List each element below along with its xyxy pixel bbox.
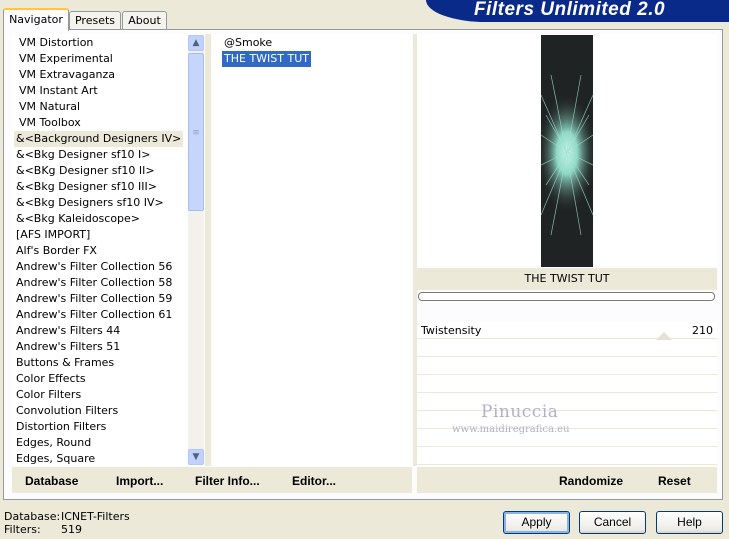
param-value: 210 bbox=[692, 324, 713, 337]
reset-button[interactable]: Reset bbox=[658, 474, 691, 488]
filter-list-item[interactable]: VM Instant Art bbox=[17, 83, 100, 99]
param-row-empty bbox=[417, 376, 717, 393]
tab-about[interactable]: About bbox=[122, 11, 167, 29]
filter-list-item[interactable]: &<Bkg Designer sf10 III> bbox=[14, 179, 159, 195]
filter-list-item[interactable]: &<BKg Designer sf10 II> bbox=[14, 163, 157, 179]
parameters-panel: Twistensity 210 bbox=[417, 322, 717, 467]
filter-info-button[interactable]: Filter Info... bbox=[195, 474, 260, 488]
slider-marker-icon[interactable] bbox=[656, 332, 672, 340]
app-title: Filters Unlimited 2.0 bbox=[474, 0, 666, 20]
scroll-down-button[interactable]: ▼ bbox=[188, 449, 204, 465]
filter-list-item[interactable]: Buttons & Frames bbox=[14, 355, 116, 371]
effect-list-item[interactable]: THE TWIST TUT bbox=[222, 51, 311, 67]
filter-list-item[interactable]: &<Bkg Kaleidoscope> bbox=[14, 211, 142, 227]
filter-list-scrollbar[interactable]: ▲ ≡ ▼ bbox=[188, 35, 204, 465]
tab-navigator[interactable]: Navigator bbox=[3, 8, 69, 31]
filter-list-item[interactable]: Color Filters bbox=[14, 387, 83, 403]
database-button[interactable]: Database bbox=[25, 474, 78, 488]
scroll-thumb[interactable]: ≡ bbox=[188, 53, 204, 211]
preview-image bbox=[541, 35, 593, 267]
filters-count-label: Filters: bbox=[4, 523, 41, 536]
filter-list-item[interactable]: &<Bkg Designers sf10 IV> bbox=[14, 195, 166, 211]
param-row-twistensity[interactable]: Twistensity 210 bbox=[417, 322, 717, 339]
filter-list-item[interactable]: Andrew's Filters 44 bbox=[14, 323, 122, 339]
effect-list-item[interactable]: @Smoke bbox=[222, 35, 274, 51]
filter-list-item[interactable]: Andrew's Filter Collection 58 bbox=[14, 275, 174, 291]
filter-list-item[interactable]: Alf's Border FX bbox=[14, 243, 99, 259]
filter-list-item[interactable]: Color Effects bbox=[14, 371, 88, 387]
filter-list-item[interactable]: Convolution Filters bbox=[14, 403, 120, 419]
import-button[interactable]: Import... bbox=[116, 474, 163, 488]
filter-list-item[interactable]: VM Toolbox bbox=[17, 115, 83, 131]
param-row-empty bbox=[417, 394, 717, 411]
filter-list-item[interactable]: Andrew's Filter Collection 61 bbox=[14, 307, 174, 323]
filter-list-item[interactable]: [AFS IMPORT] bbox=[14, 227, 92, 243]
preview-effect-name: THE TWIST TUT bbox=[417, 268, 717, 290]
filter-list-item[interactable]: VM Experimental bbox=[17, 51, 115, 67]
filter-list-item[interactable]: Edges, Square bbox=[14, 451, 97, 466]
filter-list-item[interactable]: Andrew's Filter Collection 59 bbox=[14, 291, 174, 307]
filters-count-value: 519 bbox=[61, 523, 82, 536]
param-row-empty bbox=[417, 448, 717, 465]
filter-list-item[interactable]: Edges, Round bbox=[14, 435, 93, 451]
apply-button[interactable]: Apply bbox=[503, 511, 570, 534]
database-label: Database: bbox=[4, 510, 61, 523]
watermark-url: www.maidiregrafica.eu bbox=[452, 424, 570, 435]
param-label: Twistensity bbox=[421, 324, 482, 337]
effect-list[interactable]: @Smoke THE TWIST TUT bbox=[212, 34, 412, 466]
tab-presets[interactable]: Presets bbox=[69, 11, 121, 29]
param-row-empty bbox=[417, 358, 717, 375]
cancel-button[interactable]: Cancel bbox=[579, 511, 646, 534]
param-row-empty bbox=[417, 340, 717, 357]
filter-category-list[interactable]: VM Distortion VM Experimental VM Extravaga… bbox=[12, 34, 204, 466]
scroll-up-button[interactable]: ▲ bbox=[188, 35, 204, 51]
filter-list-item[interactable]: Andrew's Filters 51 bbox=[14, 339, 122, 355]
editor-button[interactable]: Editor... bbox=[292, 474, 336, 488]
database-value: ICNET-Filters bbox=[61, 510, 130, 523]
filter-list-item[interactable]: VM Natural bbox=[17, 99, 82, 115]
help-button[interactable]: Help bbox=[656, 511, 723, 534]
randomize-button[interactable]: Randomize bbox=[559, 474, 623, 488]
filter-list-item[interactable]: Andrew's Filter Collection 56 bbox=[14, 259, 174, 275]
filter-list-item[interactable]: &<Bkg Designer sf10 I> bbox=[14, 147, 153, 163]
filter-list-item[interactable]: Distortion Filters bbox=[14, 419, 108, 435]
filter-list-item[interactable]: VM Distortion bbox=[17, 35, 95, 51]
watermark-text: Pinuccia bbox=[481, 402, 559, 422]
filter-list-item[interactable]: &<Background Designers IV> bbox=[14, 131, 184, 147]
filter-list-item[interactable]: VM Extravaganza bbox=[17, 67, 117, 83]
progress-bar bbox=[418, 292, 715, 301]
list-divider bbox=[205, 34, 211, 466]
